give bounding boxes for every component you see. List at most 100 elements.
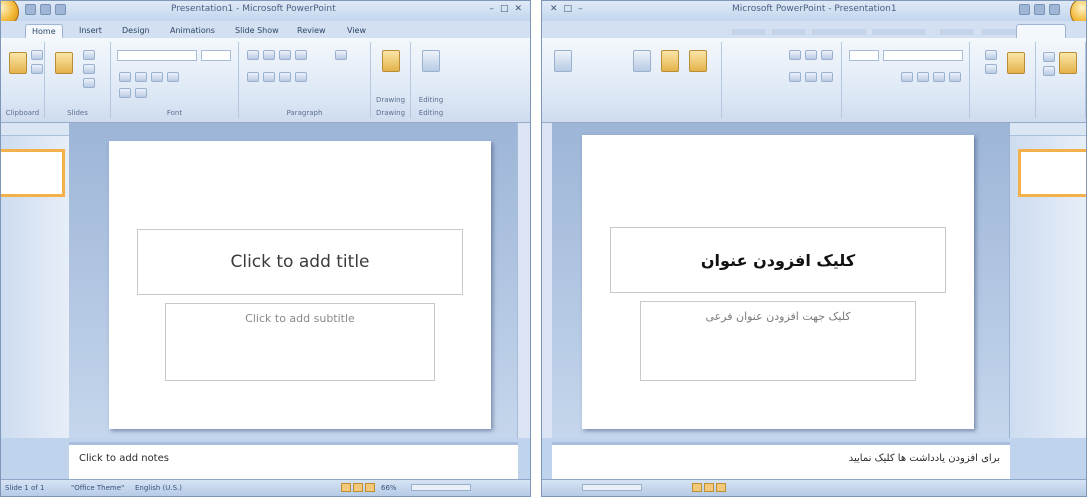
undo-icon[interactable] (1034, 4, 1045, 15)
tab-home-rtl[interactable] (1016, 24, 1066, 39)
title-placeholder[interactable]: Click to add title (137, 229, 463, 295)
tab-animations-rtl[interactable] (872, 29, 926, 35)
slide-show-icon[interactable] (365, 483, 375, 492)
zoom-level[interactable]: 66% (381, 484, 397, 492)
paste-icon[interactable] (1059, 52, 1077, 74)
redo-icon[interactable] (1019, 4, 1030, 15)
tab-insert-rtl[interactable] (982, 29, 1016, 35)
title-placeholder-rtl[interactable]: کلیک افزودن عنوان (610, 227, 946, 293)
tab-view[interactable]: View (341, 24, 372, 38)
char-spacing-icon[interactable] (135, 88, 147, 98)
tab-slide-show-rtl[interactable] (812, 29, 866, 35)
pane-tabs[interactable] (1, 123, 69, 136)
minimize-icon[interactable]: – (578, 4, 583, 14)
align-right-icon[interactable] (279, 72, 291, 82)
slide[interactable]: Click to add title Click to add subtitle (109, 141, 491, 429)
normal-view-icon[interactable] (341, 483, 351, 492)
zoom-slider-rtl[interactable] (582, 484, 642, 491)
cut-icon[interactable] (1043, 52, 1055, 62)
font-size-combo[interactable] (201, 50, 231, 61)
redo-icon[interactable] (55, 4, 66, 15)
close-icon[interactable]: ✕ (514, 4, 522, 14)
reset-icon[interactable] (83, 64, 95, 74)
vertical-scrollbar[interactable] (517, 123, 530, 438)
paste-icon[interactable] (9, 52, 27, 74)
align-center-icon[interactable] (263, 72, 275, 82)
notes-pane-rtl[interactable]: برای افزودن یادداشت ها کلیک نمایید (552, 442, 1010, 480)
tab-design[interactable]: Design (116, 24, 156, 38)
editing-button-label[interactable]: Editing (411, 96, 451, 104)
copy-icon[interactable] (31, 64, 43, 74)
align-left-icon[interactable] (789, 72, 801, 82)
arrange-icon[interactable] (661, 50, 679, 72)
bullets-icon[interactable] (247, 50, 259, 60)
shapes-icon[interactable] (382, 50, 400, 72)
slide-sorter-icon[interactable] (353, 483, 363, 492)
slide-show-icon[interactable] (692, 483, 702, 492)
bold-icon[interactable] (949, 72, 961, 82)
tab-home[interactable]: Home (25, 24, 63, 39)
font-name-combo[interactable] (117, 50, 197, 61)
quick-styles-icon[interactable] (633, 50, 651, 72)
tab-slide-show[interactable]: Slide Show (229, 24, 285, 38)
slide-thumbnail-rtl[interactable] (1018, 149, 1086, 197)
maximize-icon[interactable]: □ (564, 4, 573, 14)
minimize-icon[interactable]: – (489, 4, 494, 14)
save-icon[interactable] (25, 4, 36, 15)
pane-tabs-rtl[interactable] (1010, 123, 1086, 136)
justify-icon[interactable] (295, 72, 307, 82)
font-size-combo[interactable] (849, 50, 879, 61)
maximize-icon[interactable]: □ (500, 4, 509, 14)
bold-icon[interactable] (119, 72, 131, 82)
bullets-icon[interactable] (821, 50, 833, 60)
slide-sorter-icon[interactable] (704, 483, 714, 492)
layout-icon[interactable] (985, 50, 997, 60)
underline-icon[interactable] (917, 72, 929, 82)
indent-icon[interactable] (789, 50, 801, 60)
binoculars-icon[interactable] (554, 50, 572, 72)
italic-icon[interactable] (933, 72, 945, 82)
numbering-icon[interactable] (805, 50, 817, 60)
zoom-slider[interactable] (411, 484, 471, 491)
slide-rtl[interactable]: کلیک افزودن عنوان کلیک جهت افزودن عنوان … (582, 135, 974, 429)
italic-icon[interactable] (135, 72, 147, 82)
strikethrough-icon[interactable] (167, 72, 179, 82)
numbering-icon[interactable] (263, 50, 275, 60)
font-name-combo[interactable] (883, 50, 963, 61)
save-icon[interactable] (1049, 4, 1060, 15)
indent-icon[interactable] (279, 50, 291, 60)
copy-icon[interactable] (1043, 66, 1055, 76)
tab-review[interactable]: Review (291, 24, 332, 38)
layout-icon[interactable] (83, 50, 95, 60)
notes-pane[interactable]: Click to add notes (69, 442, 518, 480)
font-color-icon[interactable] (119, 88, 131, 98)
cut-icon[interactable] (31, 50, 43, 60)
text-direction-icon[interactable] (335, 50, 347, 60)
tab-review-rtl[interactable] (772, 29, 806, 35)
new-slide-icon[interactable] (55, 52, 73, 74)
tab-animations[interactable]: Animations (164, 24, 221, 38)
drawing-button-label[interactable]: Drawing (371, 96, 410, 104)
reset-icon[interactable] (985, 64, 997, 74)
align-left-icon[interactable] (247, 72, 259, 82)
binoculars-icon[interactable] (422, 50, 440, 72)
subtitle-placeholder-rtl[interactable]: کلیک جهت افزودن عنوان فرعی (640, 301, 916, 381)
align-right-icon[interactable] (821, 72, 833, 82)
subtitle-placeholder[interactable]: Click to add subtitle (165, 303, 435, 381)
line-spacing-icon[interactable] (295, 50, 307, 60)
delete-slide-icon[interactable] (83, 78, 95, 88)
notes-placeholder-rtl: برای افزودن یادداشت ها کلیک نمایید (848, 453, 1000, 464)
align-center-icon[interactable] (805, 72, 817, 82)
normal-view-icon[interactable] (716, 483, 726, 492)
slide-thumbnail[interactable] (1, 149, 65, 197)
tab-view-rtl[interactable] (732, 29, 766, 35)
tab-insert[interactable]: Insert (73, 24, 108, 38)
language-indicator[interactable]: English (U.S.) (135, 484, 182, 492)
undo-icon[interactable] (40, 4, 51, 15)
close-icon[interactable]: ✕ (550, 4, 558, 14)
underline-icon[interactable] (151, 72, 163, 82)
shadow-icon[interactable] (901, 72, 913, 82)
new-slide-icon[interactable] (1007, 52, 1025, 74)
tab-design-rtl[interactable] (940, 29, 974, 35)
shapes-icon[interactable] (689, 50, 707, 72)
